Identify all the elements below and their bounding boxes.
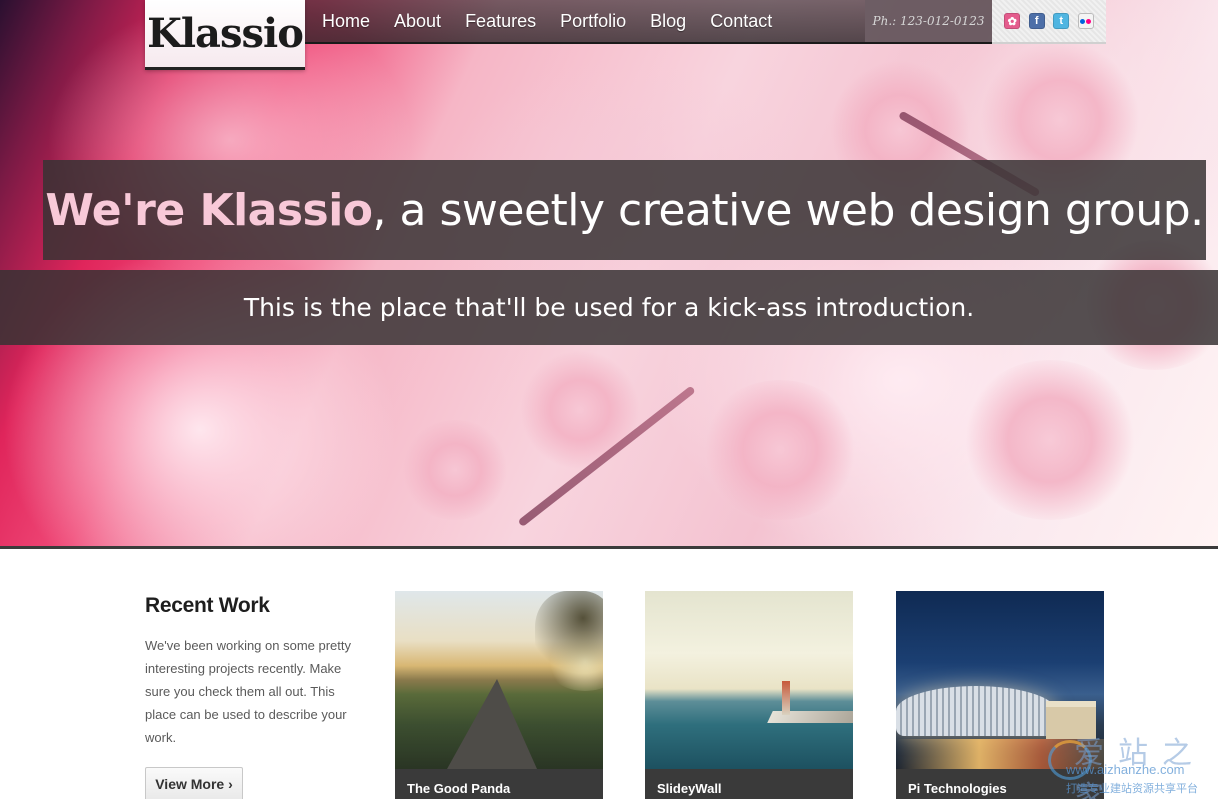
headline-brand: We're Klassio bbox=[45, 184, 373, 236]
flickr-icon[interactable] bbox=[1077, 13, 1094, 29]
blossom-decoration bbox=[700, 380, 860, 520]
tree-decoration bbox=[535, 591, 603, 681]
main-nav: Home About Features Portfolio Blog Conta… bbox=[305, 0, 865, 44]
building-decoration bbox=[1046, 701, 1096, 739]
nav-item-features[interactable]: Features bbox=[465, 11, 536, 32]
lights-decoration bbox=[896, 739, 1104, 769]
facebook-icon[interactable]: f bbox=[1028, 13, 1045, 29]
hero-headline: We're Klassio, a sweetly creative web de… bbox=[45, 184, 1205, 236]
nav-item-contact[interactable]: Contact bbox=[710, 11, 772, 32]
headline-rest: , a sweetly creative web design group. bbox=[372, 184, 1205, 236]
stadium-decoration bbox=[896, 686, 1056, 736]
headline-band: We're Klassio, a sweetly creative web de… bbox=[43, 160, 1206, 260]
nav-item-about[interactable]: About bbox=[394, 11, 441, 32]
recent-work-description: We've been working on some pretty intere… bbox=[145, 638, 352, 745]
phone-box: Ph.: 123-012-0123 bbox=[865, 0, 992, 44]
work-card-label: The Good Panda bbox=[395, 769, 603, 799]
blossom-decoration bbox=[400, 420, 510, 520]
work-thumbnail bbox=[896, 591, 1104, 769]
work-card-pi-technologies[interactable]: Pi Technologies bbox=[896, 591, 1104, 799]
site-logo[interactable]: Klassio bbox=[145, 0, 305, 70]
work-card-label: Pi Technologies bbox=[896, 769, 1104, 799]
nav-item-blog[interactable]: Blog bbox=[650, 11, 686, 32]
work-card-label: SlideyWall bbox=[645, 769, 853, 799]
pier-decoration bbox=[767, 711, 853, 723]
hero-divider bbox=[0, 546, 1218, 549]
social-links: ✿ f t bbox=[992, 0, 1106, 44]
dribbble-icon[interactable]: ✿ bbox=[1004, 13, 1021, 29]
blossom-decoration bbox=[960, 360, 1140, 520]
road-decoration bbox=[447, 679, 537, 769]
phone-number: Ph.: 123-012-0123 bbox=[872, 14, 985, 28]
work-card-slideywall[interactable]: SlideyWall bbox=[645, 591, 853, 799]
work-card-good-panda[interactable]: The Good Panda bbox=[395, 591, 603, 799]
hero-subhead: This is the place that'll be used for a … bbox=[243, 293, 975, 322]
recent-work-title: Recent Work bbox=[145, 594, 270, 617]
nav-item-home[interactable]: Home bbox=[322, 11, 370, 32]
view-more-button[interactable]: View More › bbox=[145, 767, 243, 799]
blossom-decoration bbox=[520, 350, 640, 470]
nav-item-portfolio[interactable]: Portfolio bbox=[560, 11, 626, 32]
logo-text: Klassio bbox=[147, 10, 304, 57]
lighthouse-decoration bbox=[782, 681, 790, 715]
work-thumbnail bbox=[645, 591, 853, 769]
work-thumbnail bbox=[395, 591, 603, 769]
twitter-icon[interactable]: t bbox=[1053, 13, 1070, 29]
subhead-band: This is the place that'll be used for a … bbox=[0, 270, 1218, 345]
